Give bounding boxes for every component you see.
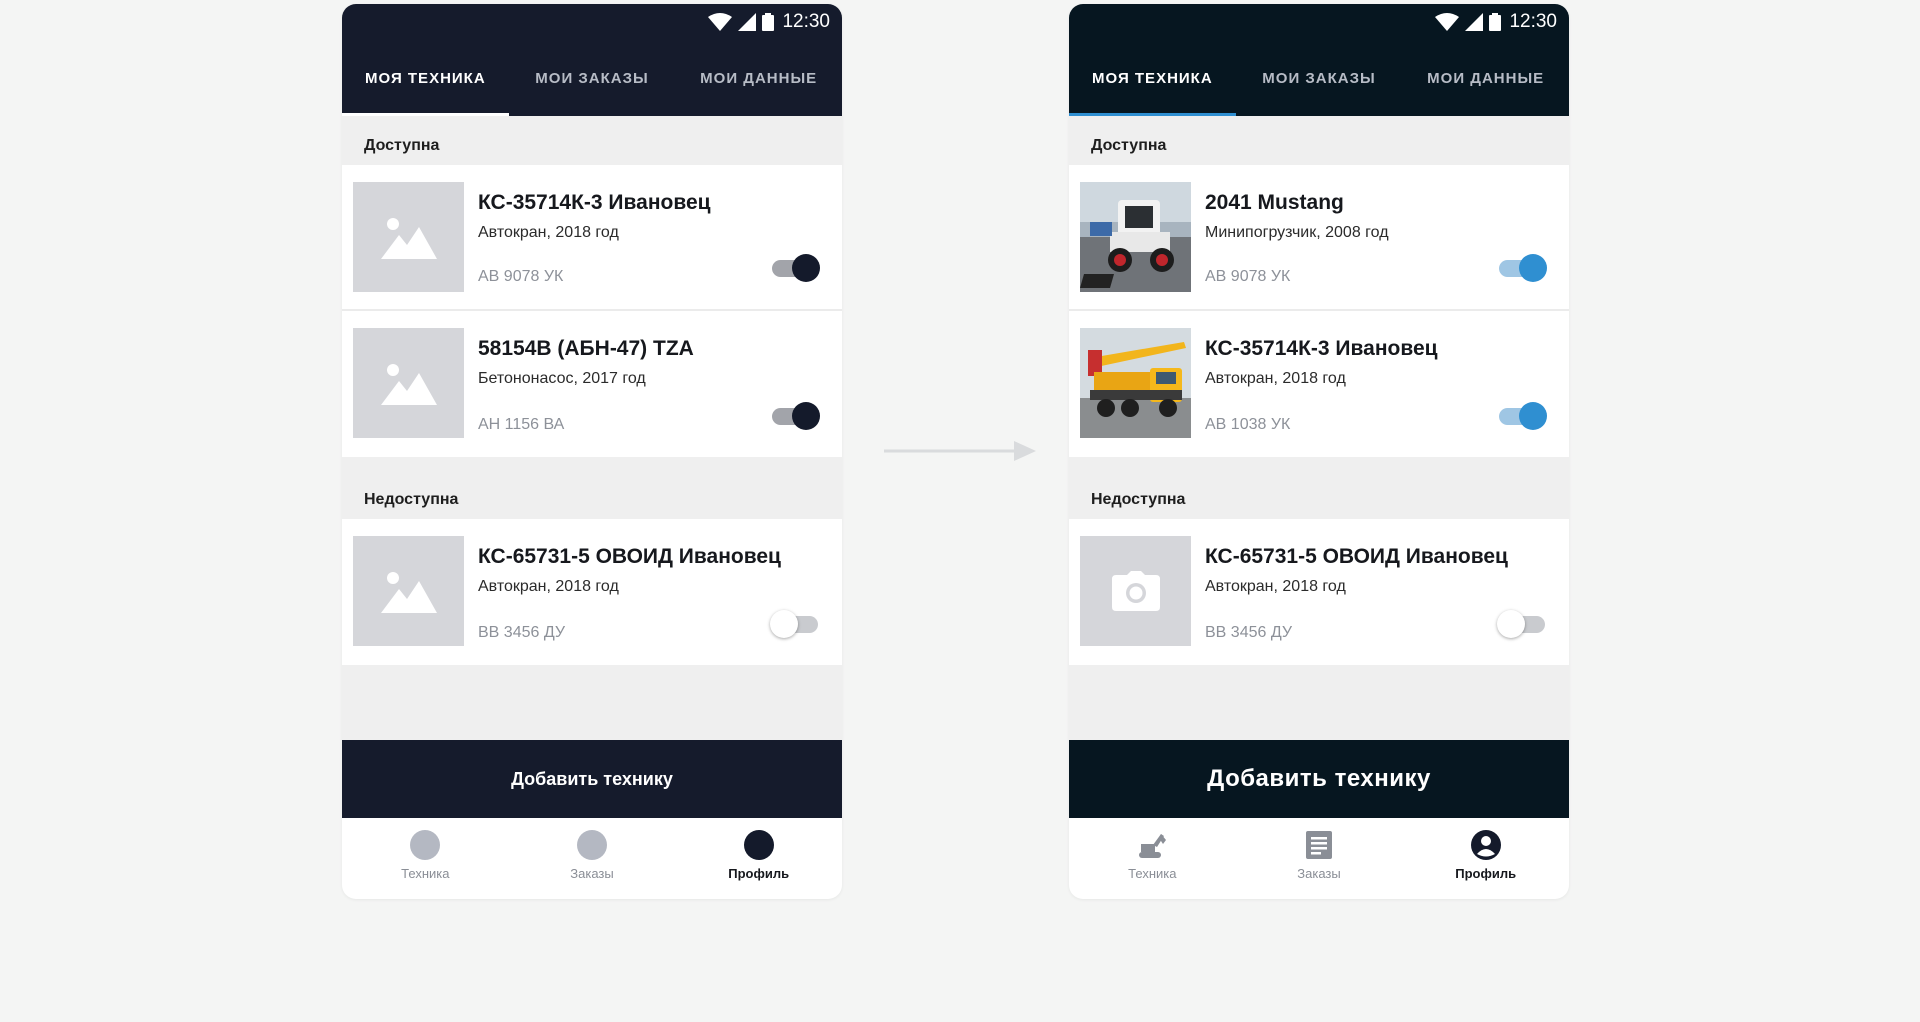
availability-toggle[interactable]: [1497, 253, 1547, 283]
nav-label: Профиль: [1455, 866, 1517, 881]
equipment-info: КС-35714К-3 Ивановец Автокран, 2018 год: [1205, 337, 1559, 388]
cell-signal-icon: [738, 13, 757, 31]
equipment-info: КС-65731-5 ОВОИД Ивановец Автокран, 2018…: [1205, 545, 1559, 596]
status-bar: 12:30: [1069, 4, 1569, 40]
signal-icons: [1435, 13, 1502, 31]
equipment-nav-icon: [410, 830, 441, 860]
equipment-title: КС-65731-5 ОВОИД Ивановец: [478, 545, 781, 568]
nav-label: Заказы: [1297, 866, 1341, 881]
equipment-card[interactable]: КС-65731-5 ОВОИД Ивановец Автокран, 2018…: [342, 519, 842, 665]
equipment-title: КС-35714К-3 Ивановец: [478, 191, 711, 214]
availability-toggle[interactable]: [770, 609, 820, 639]
skid-steer-photo: [1080, 182, 1191, 292]
cell-signal-icon: [1465, 13, 1484, 31]
status-time: 12:30: [1509, 11, 1557, 32]
wifi-icon: [1435, 13, 1460, 31]
tab-my-data[interactable]: МОИ ДАННЫЕ: [675, 40, 842, 116]
add-equipment-button[interactable]: Добавить технику: [342, 740, 842, 818]
equipment-subtitle: Автокран, 2018 год: [1205, 578, 1346, 595]
nav-item-equipment[interactable]: Техника: [342, 818, 509, 898]
section-header-unavailable: Недоступна: [342, 457, 842, 519]
nav-item-profile[interactable]: Профиль: [1402, 818, 1569, 898]
tab-my-orders[interactable]: МОИ ЗАКАЗЫ: [509, 40, 676, 116]
equipment-plate: ВВ 3456 ДУ: [1205, 624, 1293, 641]
section-header-unavailable: Недоступна: [1069, 457, 1569, 519]
equipment-subtitle: Автокран, 2018 год: [478, 578, 619, 595]
equipment-subtitle: Автокран, 2018 год: [478, 224, 619, 241]
equipment-card[interactable]: КС-65731-5 ОВОИД Ивановец Автокран, 2018…: [1069, 519, 1569, 665]
equipment-card[interactable]: 58154В (АБН-47) TZA Бетононасос, 2017 го…: [342, 311, 842, 457]
equipment-title: 58154В (АБН-47) TZA: [478, 337, 694, 360]
crane-truck-photo: [1080, 328, 1191, 438]
bottom-navigation: Техника Заказы Профиль: [1069, 818, 1569, 898]
equipment-subtitle: Автокран, 2018 год: [1205, 370, 1346, 387]
availability-toggle[interactable]: [770, 253, 820, 283]
nav-label: Техника: [401, 866, 450, 881]
phone-screen-after: 12:30 МОЯ ТЕХНИКА МОИ ЗАКАЗЫ МОИ ДАННЫЕ …: [1069, 4, 1569, 899]
nav-item-orders[interactable]: Заказы: [509, 818, 676, 898]
image-placeholder-icon: [353, 182, 464, 292]
equipment-info: 2041 Mustang Минипогрузчик, 2008 год: [1205, 191, 1559, 242]
document-list-icon: [1304, 830, 1334, 860]
signal-icons: [708, 13, 775, 31]
availability-toggle[interactable]: [1497, 401, 1547, 431]
empty-area: [1069, 665, 1569, 740]
phone-screen-before: 12:30 МОЯ ТЕХНИКА МОИ ЗАКАЗЫ МОИ ДАННЫЕ …: [342, 4, 842, 899]
equipment-plate: АВ 9078 УК: [478, 268, 564, 285]
nav-label: Профиль: [728, 866, 790, 881]
add-equipment-button[interactable]: Добавить технику: [1069, 740, 1569, 818]
top-tabs: МОЯ ТЕХНИКА МОИ ЗАКАЗЫ МОИ ДАННЫЕ: [342, 40, 842, 116]
equipment-title: КС-65731-5 ОВОИД Ивановец: [1205, 545, 1508, 568]
tab-my-equipment[interactable]: МОЯ ТЕХНИКА: [1069, 40, 1236, 116]
equipment-info: КС-65731-5 ОВОИД Ивановец Автокран, 2018…: [478, 545, 832, 596]
equipment-subtitle: Бетононасос, 2017 год: [478, 370, 646, 387]
image-placeholder-icon: [353, 328, 464, 438]
empty-area: [342, 665, 842, 740]
status-time: 12:30: [782, 11, 830, 32]
transition-arrow-icon: [884, 441, 1036, 461]
status-bar: 12:30: [342, 4, 842, 40]
equipment-info: 58154В (АБН-47) TZA Бетононасос, 2017 го…: [478, 337, 832, 388]
camera-icon: [1080, 536, 1191, 646]
tab-my-orders[interactable]: МОИ ЗАКАЗЫ: [1236, 40, 1403, 116]
excavator-icon: [1137, 830, 1167, 860]
equipment-plate: АН 1156 ВА: [478, 416, 565, 433]
battery-icon: [1489, 13, 1502, 31]
equipment-title: 2041 Mustang: [1205, 191, 1344, 214]
equipment-card[interactable]: КС-35714К-3 Ивановец Автокран, 2018 год …: [342, 165, 842, 311]
tab-my-equipment[interactable]: МОЯ ТЕХНИКА: [342, 40, 509, 116]
nav-item-orders[interactable]: Заказы: [1236, 818, 1403, 898]
equipment-subtitle: Минипогрузчик, 2008 год: [1205, 224, 1389, 241]
battery-icon: [762, 13, 775, 31]
image-placeholder-icon: [353, 536, 464, 646]
equipment-card[interactable]: КС-35714К-3 Ивановец Автокран, 2018 год …: [1069, 311, 1569, 457]
equipment-plate: ВВ 3456 ДУ: [478, 624, 566, 641]
equipment-card[interactable]: 2041 Mustang Минипогрузчик, 2008 год АВ …: [1069, 165, 1569, 311]
top-tabs: МОЯ ТЕХНИКА МОИ ЗАКАЗЫ МОИ ДАННЫЕ: [1069, 40, 1569, 116]
account-circle-icon: [1470, 830, 1501, 860]
orders-nav-icon: [577, 830, 607, 860]
equipment-plate: АВ 1038 УК: [1205, 416, 1291, 433]
equipment-info: КС-35714К-3 Ивановец Автокран, 2018 год: [478, 191, 832, 242]
equipment-plate: АВ 9078 УК: [1205, 268, 1291, 285]
nav-item-profile[interactable]: Профиль: [675, 818, 842, 898]
nav-item-equipment[interactable]: Техника: [1069, 818, 1236, 898]
section-header-available: Доступна: [1069, 116, 1569, 165]
availability-toggle[interactable]: [770, 401, 820, 431]
nav-label: Техника: [1128, 866, 1177, 881]
bottom-navigation: Техника Заказы Профиль: [342, 818, 842, 898]
equipment-title: КС-35714К-3 Ивановец: [1205, 337, 1438, 360]
availability-toggle[interactable]: [1497, 609, 1547, 639]
section-header-available: Доступна: [342, 116, 842, 165]
wifi-icon: [708, 13, 733, 31]
nav-label: Заказы: [570, 866, 614, 881]
profile-nav-icon: [743, 830, 774, 860]
tab-my-data[interactable]: МОИ ДАННЫЕ: [1402, 40, 1569, 116]
